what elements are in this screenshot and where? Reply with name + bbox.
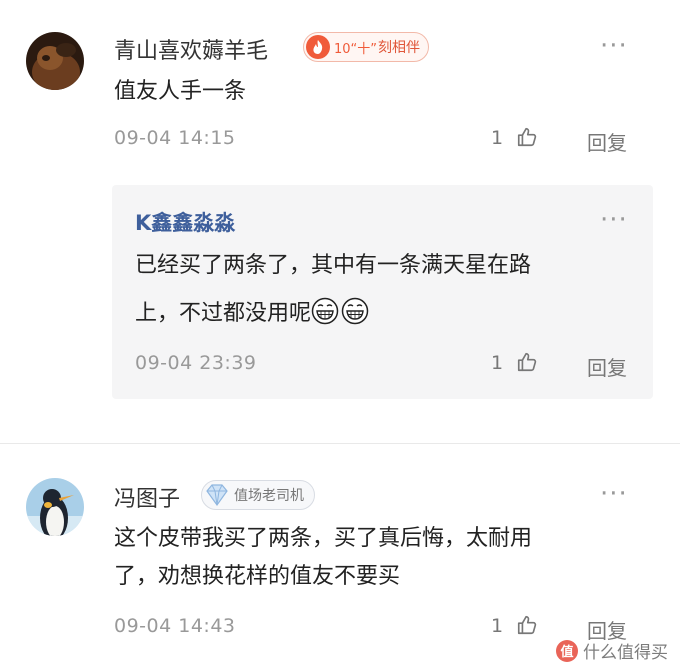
watermark-text: 什么值得买 bbox=[583, 643, 668, 663]
grin-emoji-icon bbox=[341, 295, 369, 325]
reply-1-timestamp: 09-04 23:39 bbox=[135, 352, 257, 374]
comment-2-badge: 值场老司机 bbox=[201, 480, 315, 510]
thumbs-up-icon[interactable] bbox=[516, 351, 538, 377]
reply-1-text-line-2: 上，不过都没用呢 bbox=[135, 301, 312, 326]
comment-1-badge: 10“十” 刻相伴 bbox=[303, 32, 430, 62]
more-dots-icon[interactable]: ··· bbox=[600, 33, 628, 59]
comment-2-badge-text: 值场老司机 bbox=[234, 488, 304, 504]
fire-badge-icon bbox=[306, 35, 330, 59]
reply-1-like-count: 1 bbox=[491, 352, 504, 374]
divider bbox=[0, 443, 680, 444]
comment-2-like-count: 1 bbox=[491, 615, 504, 637]
reply-1-text-line-1: 已经买了两条了，其中有一条满天星在路 bbox=[135, 253, 532, 278]
more-dots-icon[interactable]: ··· bbox=[600, 481, 628, 507]
more-dots-icon[interactable]: ··· bbox=[600, 207, 628, 233]
reply-1-text-line-2-wrap: 上，不过都没用呢 bbox=[135, 290, 369, 338]
reply-1-username[interactable]: K鑫鑫淼淼 bbox=[135, 207, 235, 237]
comment-1-like-count: 1 bbox=[491, 127, 504, 149]
watermark: 值 什么值得买 bbox=[556, 638, 668, 663]
watermark-logo-icon: 值 bbox=[556, 639, 578, 662]
diamond-badge-icon bbox=[204, 483, 230, 507]
avatar-comment-2[interactable] bbox=[26, 478, 84, 536]
comment-1-reply-button[interactable]: 回复 bbox=[587, 127, 627, 156]
comment-2-text-line-2: 了，劝想换花样的值友不要买 bbox=[114, 564, 401, 589]
comment-1-text: 值友人手一条 bbox=[114, 79, 247, 104]
comment-2-username[interactable]: 冯图子 bbox=[114, 481, 180, 513]
comment-1-badge-prefix: 10“十” bbox=[334, 41, 378, 57]
grin-emoji-icon bbox=[311, 295, 339, 325]
thumbs-up-icon[interactable] bbox=[516, 614, 538, 640]
comment-2-timestamp: 09-04 14:43 bbox=[114, 615, 236, 637]
reply-1-reply-button[interactable]: 回复 bbox=[587, 352, 627, 381]
thumbs-up-icon[interactable] bbox=[516, 126, 538, 152]
comment-1-timestamp: 09-04 14:15 bbox=[114, 127, 236, 149]
avatar-comment-1[interactable] bbox=[26, 32, 84, 90]
comment-1-username[interactable]: 青山喜欢薅羊毛 bbox=[114, 33, 268, 65]
comment-1-badge-text: 刻相伴 bbox=[378, 40, 421, 56]
